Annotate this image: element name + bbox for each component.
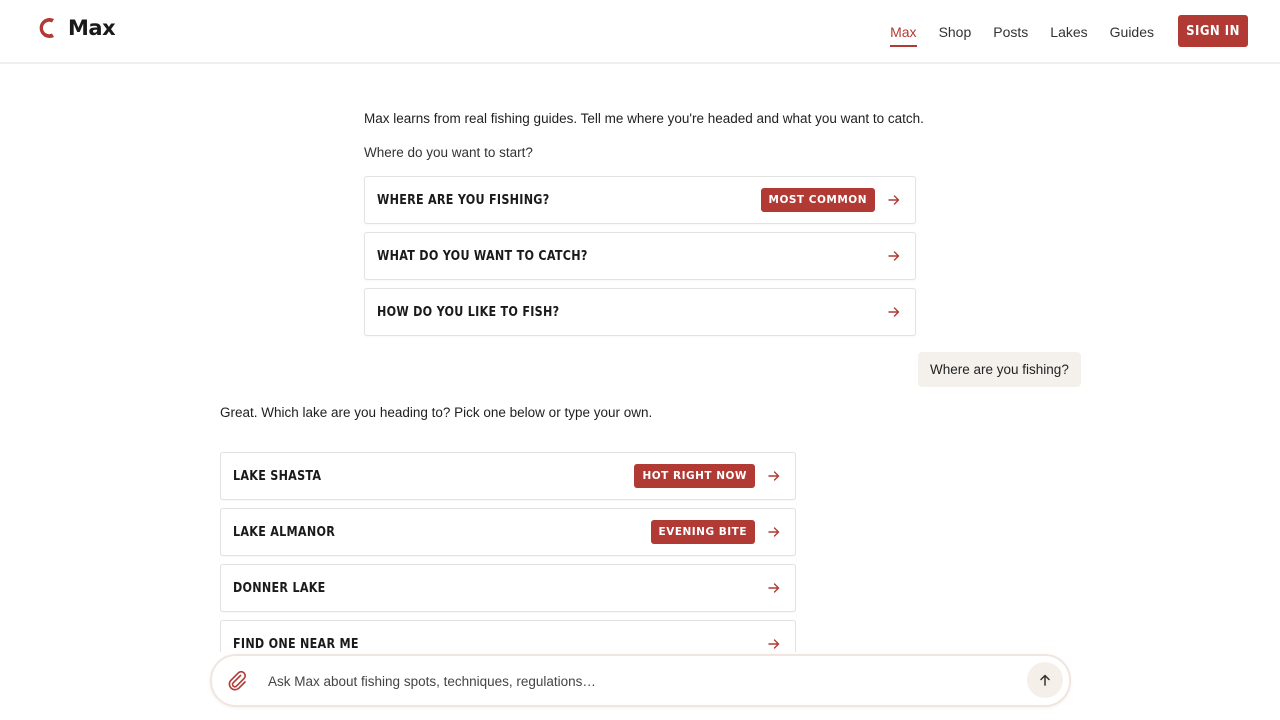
- option-where-fishing[interactable]: WHERE ARE YOU FISHING? MOST COMMON: [364, 176, 916, 224]
- arrow-up-icon: [1040, 674, 1050, 686]
- paperclip-icon[interactable]: [226, 669, 248, 691]
- arrow-right-icon: [887, 305, 901, 319]
- option-how-fish[interactable]: HOW DO YOU LIKE TO FISH?: [364, 288, 916, 336]
- sign-in-button[interactable]: SIGN IN: [1178, 15, 1248, 47]
- option-label: DONNER LAKE: [233, 580, 326, 596]
- arrow-right-icon: [887, 193, 901, 207]
- crescent-logo-icon: [39, 18, 54, 39]
- option-lake-shasta[interactable]: LAKE SHASTA HOT RIGHT NOW: [220, 452, 796, 500]
- arrow-right-icon: [767, 637, 781, 651]
- nav-link-posts[interactable]: Posts: [993, 18, 1028, 45]
- option-label: LAKE SHASTA: [233, 468, 322, 484]
- intro-message: Max learns from real fishing guides. Tel…: [364, 111, 924, 126]
- arrow-right-icon: [767, 525, 781, 539]
- user-message-bubble: Where are you fishing?: [918, 352, 1081, 387]
- chat-composer: [210, 654, 1071, 707]
- top-navbar: Max Max Shop Posts Lakes Guides SIGN IN: [0, 0, 1280, 64]
- option-label: LAKE ALMANOR: [233, 524, 336, 540]
- option-lake-almanor[interactable]: LAKE ALMANOR EVENING BITE: [220, 508, 796, 556]
- option-label: WHERE ARE YOU FISHING?: [377, 192, 550, 208]
- nav-link-max[interactable]: Max: [890, 18, 918, 47]
- arrow-right-icon: [767, 469, 781, 483]
- arrow-right-icon: [887, 249, 901, 263]
- nav-link-shop[interactable]: Shop: [939, 18, 972, 45]
- brand-name: Max: [68, 16, 116, 40]
- badge-hot-right-now: HOT RIGHT NOW: [634, 464, 755, 488]
- chat-input[interactable]: [268, 670, 1008, 692]
- option-label: FIND ONE NEAR ME: [233, 636, 359, 652]
- badge-most-common: MOST COMMON: [760, 188, 875, 212]
- badge-evening-bite: EVENING BITE: [650, 520, 755, 544]
- brand[interactable]: Max: [36, 14, 116, 42]
- arrow-right-icon: [767, 581, 781, 595]
- start-prompt: Where do you want to start?: [364, 145, 533, 160]
- nav-link-guides[interactable]: Guides: [1110, 18, 1154, 45]
- nav-link-lakes[interactable]: Lakes: [1050, 18, 1087, 45]
- option-label: HOW DO YOU LIKE TO FISH?: [377, 304, 560, 320]
- main-nav: Max Shop Posts Lakes Guides SIGN IN: [890, 15, 1248, 47]
- option-what-catch[interactable]: WHAT DO YOU WANT TO CATCH?: [364, 232, 916, 280]
- assistant-message: Great. Which lake are you heading to? Pi…: [220, 405, 653, 420]
- option-donner-lake[interactable]: DONNER LAKE: [220, 564, 796, 612]
- send-button[interactable]: [1027, 662, 1063, 698]
- option-label: WHAT DO YOU WANT TO CATCH?: [377, 248, 588, 264]
